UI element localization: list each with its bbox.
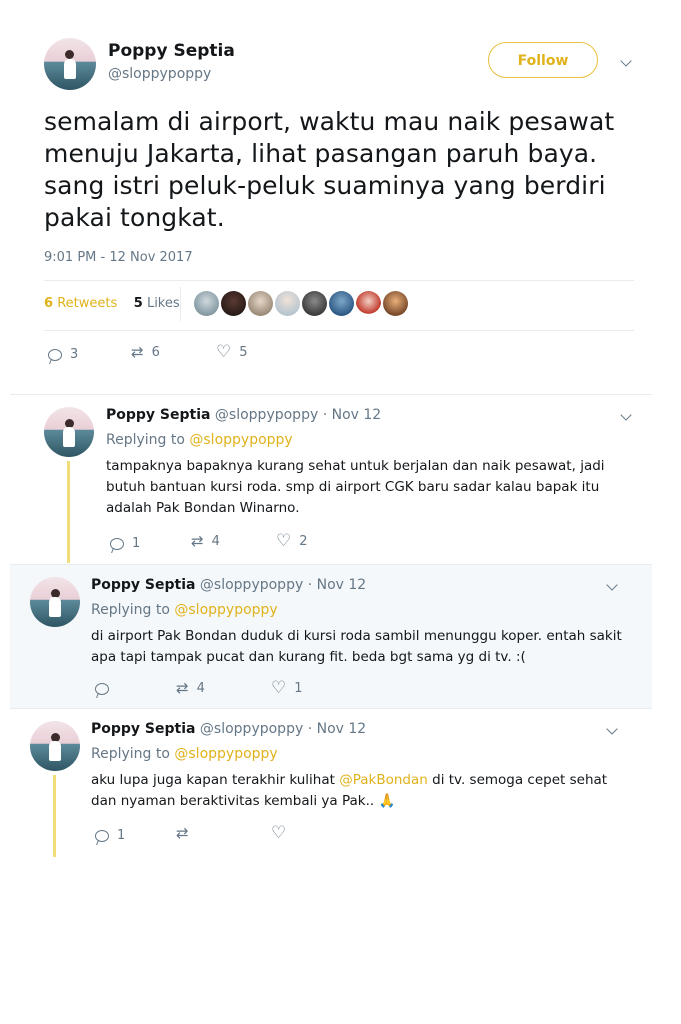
mention-link[interactable]: @sloppypoppy — [174, 602, 277, 618]
likes-stat[interactable]: 5 Likes — [134, 296, 180, 311]
heart-icon: ♡ — [276, 531, 292, 551]
reply-icon — [95, 829, 109, 842]
likes-count: 5 — [133, 296, 143, 311]
liker-avatar[interactable] — [329, 291, 354, 316]
like-action[interactable]: ♡ 1 — [271, 680, 303, 697]
chevron-down-icon[interactable] — [606, 723, 618, 735]
retweet-action[interactable]: ⇄ — [176, 826, 197, 841]
like-action[interactable]: ♡ — [271, 825, 294, 842]
retweets-stat[interactable]: 6 Retweets — [44, 296, 117, 311]
reply-count: 1 — [117, 828, 126, 843]
like-count: 2 — [299, 534, 308, 549]
retweets-count: 6 — [44, 296, 54, 311]
reply-action[interactable]: 1 — [110, 536, 140, 551]
reply-date[interactable]: · Nov 12 — [308, 721, 367, 737]
liker-avatar[interactable] — [383, 291, 408, 316]
reply-text: di airport Pak Bondan duduk di kursi rod… — [91, 628, 622, 665]
retweet-action[interactable]: ⇄ 4 — [176, 679, 205, 697]
avatar[interactable] — [44, 38, 96, 90]
retweet-icon: ⇄ — [176, 824, 189, 842]
mention-link[interactable]: @sloppypoppy — [174, 746, 277, 762]
liker-avatar[interactable] — [302, 291, 327, 316]
reply-date[interactable]: · Nov 12 — [308, 577, 367, 593]
reply-count: 1 — [132, 536, 141, 551]
reply-tweet[interactable]: Poppy Septia @sloppypoppy · Nov 12 Reply… — [10, 564, 652, 709]
reply-action[interactable] — [95, 683, 117, 695]
replying-label: Replying to — [106, 432, 185, 448]
like-count: 1 — [294, 681, 303, 696]
reply-text-part: aku lupa juga kapan terakhir kulihat — [91, 772, 340, 788]
divider — [44, 280, 634, 281]
avatar[interactable] — [44, 407, 94, 457]
like-count: 5 — [239, 345, 248, 360]
heart-icon: ♡ — [271, 678, 287, 698]
stats-divider — [180, 287, 181, 321]
liker-avatar[interactable] — [248, 291, 273, 316]
author-name[interactable]: Poppy Septia — [91, 577, 195, 593]
liker-avatars — [194, 291, 408, 316]
author-handle[interactable]: @sloppypoppy — [200, 721, 303, 737]
author-name[interactable]: Poppy Septia — [108, 41, 235, 61]
reply-tweet[interactable]: Poppy Septia @sloppypoppy · Nov 12 Reply… — [10, 395, 652, 563]
retweet-action[interactable]: ⇄ 4 — [191, 532, 220, 550]
reply-date[interactable]: · Nov 12 — [323, 407, 382, 423]
reply-action[interactable]: 1 — [95, 828, 125, 843]
tweet-timestamp[interactable]: 9:01 PM - 12 Nov 2017 — [44, 250, 193, 265]
author-name[interactable]: Poppy Septia — [106, 407, 210, 423]
replying-label: Replying to — [91, 602, 170, 618]
retweet-count: 4 — [196, 681, 205, 696]
reply-icon — [48, 348, 62, 361]
reply-text: tampaknya bapaknya kurang sehat untuk be… — [106, 458, 605, 516]
liker-avatar[interactable] — [356, 291, 381, 316]
reply-text: aku lupa juga kapan terakhir kulihat @Pa… — [91, 770, 636, 812]
liker-avatar[interactable] — [221, 291, 246, 316]
like-action[interactable]: ♡ 5 — [216, 344, 248, 361]
author-handle[interactable]: @sloppypoppy — [200, 577, 303, 593]
liker-avatar[interactable] — [194, 291, 219, 316]
avatar[interactable] — [30, 577, 80, 627]
heart-icon: ♡ — [271, 823, 287, 843]
reply-icon — [110, 537, 124, 550]
thread-line — [53, 775, 56, 857]
reply-action[interactable]: 3 — [48, 347, 78, 362]
chevron-down-icon[interactable] — [620, 55, 632, 67]
heart-icon: ♡ — [216, 342, 232, 362]
retweets-label: Retweets — [57, 296, 118, 311]
reply-tweet[interactable]: Poppy Septia @sloppypoppy · Nov 12 Reply… — [10, 709, 652, 859]
likes-label: Likes — [146, 296, 180, 311]
retweet-icon: ⇄ — [176, 679, 189, 697]
divider — [44, 330, 634, 331]
avatar[interactable] — [30, 721, 80, 771]
chevron-down-icon[interactable] — [606, 579, 618, 591]
author-handle[interactable]: @sloppypoppy — [108, 66, 211, 82]
thread-line — [67, 461, 70, 563]
retweet-count: 4 — [211, 534, 220, 549]
follow-button[interactable]: Follow — [488, 42, 598, 78]
mention-link[interactable]: @PakBondan — [339, 772, 428, 788]
author-handle[interactable]: @sloppypoppy — [215, 407, 318, 423]
reply-icon — [95, 683, 109, 695]
author-name[interactable]: Poppy Septia — [91, 721, 195, 737]
replying-label: Replying to — [91, 746, 170, 762]
mention-link[interactable]: @sloppypoppy — [189, 432, 292, 448]
retweet-action[interactable]: ⇄ 6 — [131, 343, 160, 361]
liker-avatar[interactable] — [275, 291, 300, 316]
retweet-icon: ⇄ — [131, 343, 144, 361]
reply-count: 3 — [70, 347, 79, 362]
retweet-icon: ⇄ — [191, 532, 204, 550]
retweet-count: 6 — [151, 345, 160, 360]
chevron-down-icon[interactable] — [620, 409, 632, 421]
like-action[interactable]: ♡ 2 — [276, 533, 308, 550]
tweet-text: semalam di airport, waktu mau naik pesaw… — [44, 107, 615, 232]
tweet-stats: 6 Retweets 5 Likes — [44, 296, 180, 311]
